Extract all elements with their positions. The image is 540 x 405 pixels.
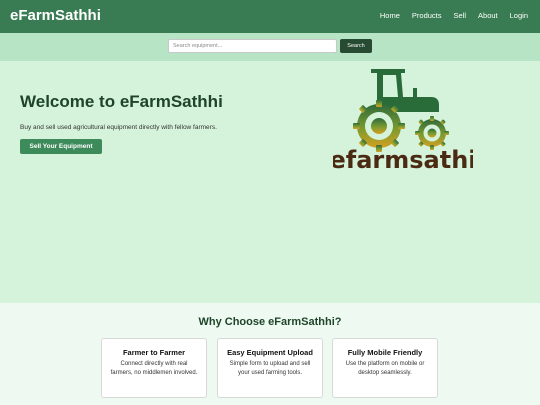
- main-nav: Home Products Sell About Login: [380, 11, 528, 20]
- nav-login-link[interactable]: Login: [510, 11, 528, 20]
- nav-home-link[interactable]: Home: [380, 11, 400, 20]
- hero-subtitle: Buy and sell used agricultural equipment…: [20, 124, 217, 131]
- search-bar: Search: [0, 33, 540, 61]
- why-section-title: Why Choose eFarmSathhi?: [198, 316, 342, 328]
- feature-card-text: Use the platform on mobile or desktop se…: [345, 361, 425, 377]
- tractor-icon: [353, 69, 449, 152]
- feature-card-text: Simple form to upload and sell your used…: [229, 361, 311, 377]
- feature-card-title: Fully Mobile Friendly: [347, 348, 423, 357]
- nav-products-link[interactable]: Products: [412, 11, 442, 20]
- search-button[interactable]: Search: [340, 39, 372, 53]
- feature-card-title: Easy Equipment Upload: [227, 348, 313, 357]
- top-navbar: eFarmSathhi Home Products Sell About Log…: [0, 0, 540, 33]
- brand-logo-text[interactable]: eFarmSathhi: [10, 7, 101, 24]
- nav-sell-link[interactable]: Sell: [454, 11, 467, 20]
- feature-card-text: Connect directly with real farmers, no m…: [110, 361, 198, 377]
- nav-about-link[interactable]: About: [478, 11, 498, 20]
- feature-card-easy-upload: Easy Equipment Upload Simple form to upl…: [217, 338, 323, 398]
- feature-card-farmer-to-farmer: Farmer to Farmer Connect directly with r…: [101, 338, 207, 398]
- efarmsathi-logo: efarmsathi: [333, 69, 473, 174]
- logo-wordmark: efarmsathi: [333, 146, 473, 174]
- feature-card-title: Farmer to Farmer: [122, 348, 186, 357]
- feature-card-mobile-friendly: Fully Mobile Friendly Use the platform o…: [332, 338, 438, 398]
- hero-title: Welcome to eFarmSathhi: [20, 92, 223, 111]
- sell-equipment-button[interactable]: Sell Your Equipment: [20, 139, 102, 154]
- search-input[interactable]: [168, 39, 337, 53]
